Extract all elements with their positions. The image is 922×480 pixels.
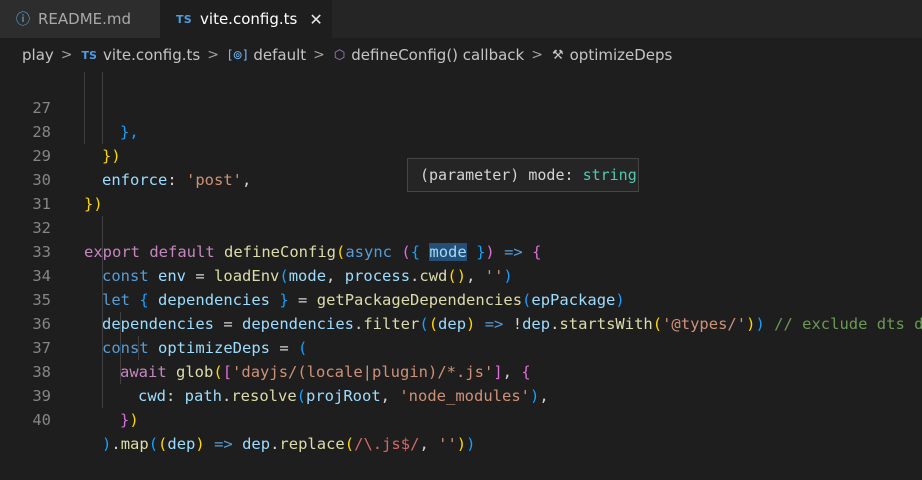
method-cube-icon: ⬡ bbox=[333, 47, 346, 63]
code-line: 35 dependencies = dependencies.filter((d… bbox=[0, 264, 922, 333]
breadcrumb-label: default bbox=[253, 46, 307, 64]
hover-tooltip: (parameter) mode: string bbox=[407, 158, 639, 192]
line-content: ).map((dep) => dep.replace(/\.js$/, '')) bbox=[102, 435, 476, 453]
wrench-icon: ⚒ bbox=[551, 47, 564, 63]
breadcrumb-item-folder[interactable]: play bbox=[22, 46, 54, 64]
chevron-right-icon: > bbox=[207, 47, 219, 63]
info-icon: ⓘ bbox=[16, 12, 30, 28]
code-line: 36 const optimizeDeps = ( bbox=[0, 288, 922, 357]
code-line: 32 export default defineConfig(async ({ … bbox=[0, 192, 922, 261]
code-line: 27 }, bbox=[0, 72, 922, 141]
breadcrumb-item-file[interactable]: TS vite.config.ts bbox=[82, 46, 201, 64]
code-line: 29 enforce: 'post', bbox=[0, 120, 922, 189]
code-line: 33 const env = loadEnv(mode, process.cwd… bbox=[0, 216, 922, 285]
tab-vite-config[interactable]: TS vite.config.ts ✕ bbox=[160, 0, 332, 38]
tab-label: vite.config.ts bbox=[200, 10, 298, 28]
line-number: 40 bbox=[32, 411, 51, 429]
breadcrumb: play > TS vite.config.ts > [⊚] default > ⬡… bbox=[0, 38, 922, 72]
tab-bar: ⓘ README.md TS vite.config.ts ✕ bbox=[0, 0, 922, 38]
breadcrumb-label: vite.config.ts bbox=[102, 46, 201, 64]
breadcrumb-label: play bbox=[22, 46, 54, 64]
hover-type: string bbox=[582, 166, 637, 184]
code-line: 38 cwd: path.resolve(projRoot, 'node_mod… bbox=[0, 336, 922, 405]
code-line: 34 let { dependencies } = getPackageDepe… bbox=[0, 240, 922, 309]
chevron-right-icon: > bbox=[60, 47, 73, 63]
variable-icon: [⊚] bbox=[227, 48, 248, 62]
code-editor[interactable]: 27 }, 28 }) 29 enforce: 'post', 30 }) 31… bbox=[0, 72, 922, 453]
code-line: 28 }) bbox=[0, 96, 922, 165]
tab-readme[interactable]: ⓘ README.md bbox=[0, 0, 160, 38]
code-line: 39 }) bbox=[0, 360, 922, 429]
code-line: 37 await glob(['dayjs/(locale|plugin)/*.… bbox=[0, 312, 922, 381]
typescript-icon: TS bbox=[81, 48, 97, 62]
breadcrumb-label: optimizeDeps bbox=[569, 46, 673, 64]
breadcrumb-label: defineConfig() callback bbox=[351, 46, 525, 64]
hover-signature: (parameter) mode: bbox=[420, 166, 583, 184]
chevron-right-icon: > bbox=[313, 47, 325, 63]
breadcrumb-item-callback[interactable]: ⬡ defineConfig() callback bbox=[334, 46, 524, 64]
code-line: 40 ).map((dep) => dep.replace(/\.js$/, '… bbox=[0, 384, 922, 453]
breadcrumb-item-default[interactable]: [⊚] default bbox=[228, 46, 306, 64]
close-icon[interactable]: ✕ bbox=[309, 10, 322, 29]
line-content: }) bbox=[120, 411, 139, 429]
tab-label: README.md bbox=[38, 10, 132, 28]
typescript-icon: TS bbox=[176, 12, 193, 26]
chevron-right-icon: > bbox=[531, 47, 543, 63]
breadcrumb-item-optimizedeps[interactable]: ⚒ optimizeDeps bbox=[552, 46, 672, 64]
